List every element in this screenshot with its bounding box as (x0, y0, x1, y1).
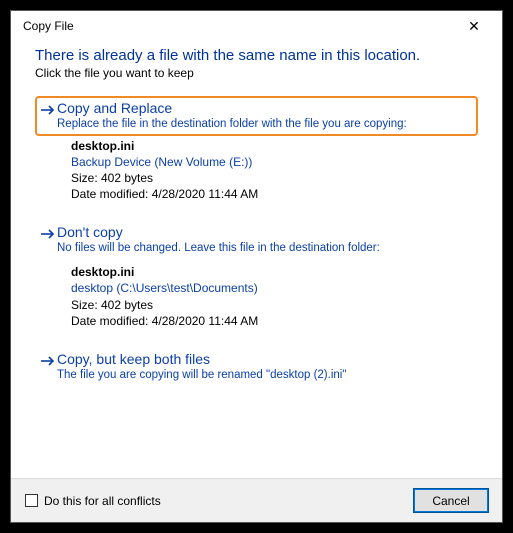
file-path: desktop (C:\Users\test\Documents) (71, 280, 478, 296)
option-title: Copy, but keep both files (57, 351, 472, 368)
dialog-heading: There is already a file with the same na… (35, 47, 478, 64)
dialog-subheading: Click the file you want to keep (35, 66, 478, 80)
arrow-right-icon (39, 101, 57, 119)
file-modified: Date modified: 4/28/2020 11:44 AM (71, 186, 478, 202)
option-title: Copy and Replace (57, 100, 470, 117)
option-header: Copy and Replace Replace the file in the… (39, 100, 470, 132)
option-header: Don't copy No files will be changed. Lea… (39, 224, 472, 256)
dialog-footer: Do this for all conflicts Cancel (11, 478, 502, 522)
file-details: desktop.ini desktop (C:\Users\test\Docum… (71, 264, 478, 329)
arrow-right-icon (39, 352, 57, 370)
option-desc: The file you are copying will be renamed… (57, 368, 472, 383)
titlebar: Copy File ✕ (11, 11, 502, 41)
file-name: desktop.ini (71, 138, 478, 154)
file-size: Size: 402 bytes (71, 297, 478, 313)
outer-frame: Copy File ✕ There is already a file with… (0, 0, 513, 533)
option-desc: No files will be changed. Leave this fil… (57, 241, 472, 256)
checkbox-label: Do this for all conflicts (44, 494, 161, 508)
file-size: Size: 402 bytes (71, 170, 478, 186)
option-copy-replace[interactable]: Copy and Replace Replace the file in the… (35, 96, 478, 136)
arrow-right-icon (39, 225, 57, 243)
close-button[interactable]: ✕ (454, 12, 494, 40)
do-for-all-checkbox[interactable] (25, 494, 38, 507)
file-details: desktop.ini Backup Device (New Volume (E… (71, 138, 478, 203)
window-title: Copy File (23, 19, 454, 33)
cancel-label: Cancel (432, 494, 469, 508)
option-text: Copy and Replace Replace the file in the… (57, 100, 470, 132)
option-desc: Replace the file in the destination fold… (57, 117, 470, 132)
checkbox-wrap: Do this for all conflicts (25, 494, 414, 508)
option-text: Don't copy No files will be changed. Lea… (57, 224, 472, 256)
content-area: There is already a file with the same na… (11, 41, 502, 478)
option-dont-copy[interactable]: Don't copy No files will be changed. Lea… (35, 220, 478, 260)
file-name: desktop.ini (71, 264, 478, 280)
option-keep-both[interactable]: Copy, but keep both files The file you a… (35, 347, 478, 387)
option-header: Copy, but keep both files The file you a… (39, 351, 472, 383)
option-title: Don't copy (57, 224, 472, 241)
cancel-button[interactable]: Cancel (414, 489, 488, 512)
file-modified: Date modified: 4/28/2020 11:44 AM (71, 313, 478, 329)
option-text: Copy, but keep both files The file you a… (57, 351, 472, 383)
file-path: Backup Device (New Volume (E:)) (71, 154, 478, 170)
dialog-window: Copy File ✕ There is already a file with… (10, 10, 503, 523)
close-icon: ✕ (468, 18, 480, 35)
